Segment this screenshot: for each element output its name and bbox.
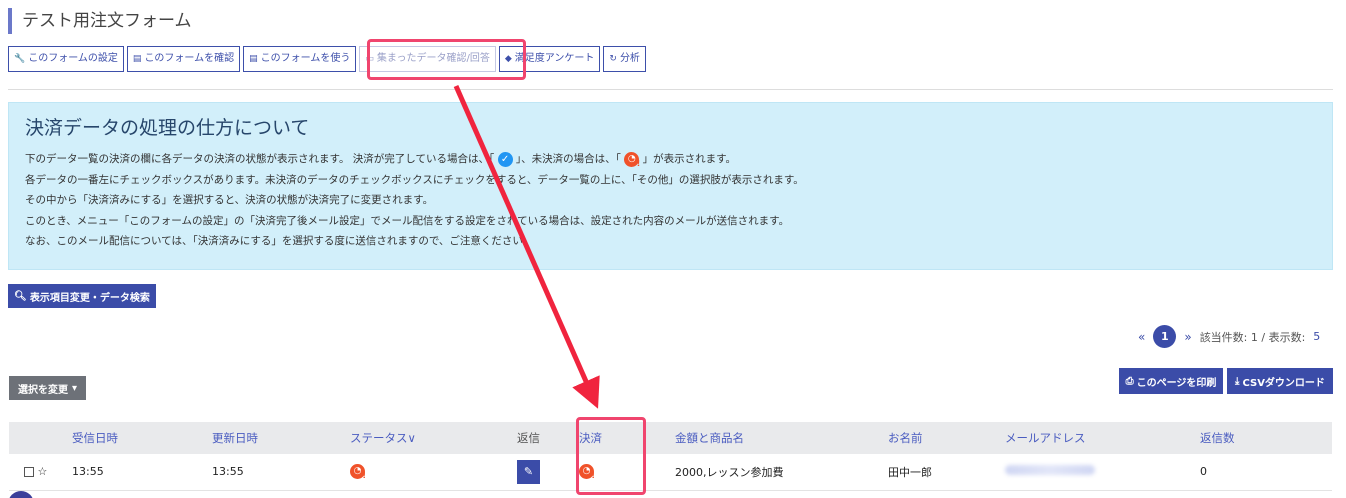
info-line: 」、未決済の場合は、「 [515,153,621,165]
highlight-box-payment-column [576,417,646,495]
row-checkbox[interactable] [24,467,34,478]
button-label: 選択を変更 [17,384,68,396]
header-received[interactable]: 受信日時 [60,422,200,454]
prev-page-link[interactable]: « [1138,330,1145,344]
table-header-row: 受信日時 更新日時 ステータス∨ 返信 決済 金額と商品名 お名前 メールアドレ… [9,422,1332,454]
divider [8,89,1333,90]
corner-avatar-icon[interactable] [8,491,34,498]
tab-analysis[interactable]: ↻ 分析 [603,46,646,72]
wrench-icon: 🔧 [14,54,26,64]
header-reply: 返信 [517,431,540,445]
next-page-link[interactable]: » [1184,330,1191,344]
cell-email [993,454,1188,490]
page-title: テスト用注文フォーム [8,8,192,34]
form-menu-tabs: 🔧 このフォームの設定 ▤ このフォームを確認 ▤ このフォームを使う ▭ 集まったデー… [8,46,646,72]
cell-reply-count: 0 [1200,465,1207,479]
result-summary: 該当件数: 1 / 表示数: [1199,330,1306,344]
cell-name: 田中一郎 [888,465,932,479]
header-select [9,422,60,454]
tab-label: このフォームを確認 [144,53,235,64]
button-label: 表示項目変更・データ検索 [29,292,150,304]
pencil-icon: ✎ [523,465,534,479]
download-icon: ⤓ [1235,375,1240,387]
search-data-button[interactable]: 🔍︎ 表示項目変更・データ検索 [8,284,156,308]
header-updated[interactable]: 更新日時 [200,422,338,454]
paid-check-icon: ✓ [497,151,513,167]
tab-label: このフォームを使う [260,53,351,64]
pagination: « 1 » 該当件数: 1 / 表示数: 5 [1138,325,1320,348]
header-reply-count[interactable]: 返信数 [1188,422,1332,454]
highlight-box-collected-data [367,39,526,80]
header-status[interactable]: ステータス∨ [338,422,505,454]
header-amount-item[interactable]: 金額と商品名 [663,422,876,454]
payment-info-panel: 決済データの処理の仕方について 下のデータ一覧の決済の欄に各データの決済の状態が… [8,102,1333,270]
unpaid-clock-icon: ◔ [624,151,640,168]
cell-amount-item: 2000,レッスン参加費 [675,465,784,479]
info-line: 」が表示されます。 [642,153,737,165]
change-selection-dropdown[interactable]: 選択を変更 ▾ [9,376,86,400]
refresh-icon: ↻ [609,54,617,64]
info-line: 各データの一番左にチェックボックスがあります。未決済のデータのチェックボックスに… [25,173,804,186]
csv-download-button[interactable]: ⤓ CSVダウンロード [1227,368,1333,394]
caret-down-icon: ▾ [71,382,78,394]
info-line: その中から「決済済みにする」を選択すると、決済の状態が決済完了に変更されます。 [25,194,434,206]
row-select-cell: ☆ [9,454,60,490]
unpaid-clock-icon: ◔ [350,464,366,480]
tab-label: 分析 [619,53,640,64]
cell-updated: 13:55 [212,465,244,479]
info-line: なお、このメール配信については、「決済済みにする」を選択する度に送信されますので… [25,235,534,247]
cell-reply: ✎ [505,454,567,490]
header-name[interactable]: お名前 [876,422,993,454]
tab-label: このフォームの設定 [28,53,118,64]
printer-icon: ⎙ [1125,375,1134,387]
tab-form-preview[interactable]: ▤ このフォームを確認 [126,46,241,72]
search-icon: 🔍︎ [14,290,27,302]
star-icon[interactable]: ☆ [38,465,48,478]
page-number-current[interactable]: 1 [1153,325,1177,348]
cell-status: ◔ [338,454,505,490]
info-text: 下のデータ一覧の決済の欄に各データの決済の状態が表示されます。 決済が完了してい… [25,149,804,252]
header-email[interactable]: メールアドレス [993,422,1188,454]
info-line: このとき、メニュー「このフォームの設定」の「決済完了後メール設定」でメール配信を… [25,214,790,227]
button-label: CSVダウンロード [1242,377,1325,389]
table-row: ☆ 13:55 13:55 ◔ ✎ ◔ 2000,レッスン参加費 田中一郎 0 [9,454,1332,490]
document-icon: ▤ [249,54,258,64]
per-page-count[interactable]: 5 [1313,330,1320,343]
tab-form-settings[interactable]: 🔧 このフォームの設定 [8,46,124,72]
data-table: 受信日時 更新日時 ステータス∨ 返信 決済 金額と商品名 お名前 メールアドレ… [9,422,1332,491]
tab-label: 満足度アンケート [514,53,595,64]
document-icon: ▤ [132,54,142,64]
info-heading: 決済データの処理の仕方について [25,117,310,139]
info-line: 下のデータ一覧の決済の欄に各データの決済の状態が表示されます。 決済が完了してい… [25,153,495,165]
email-blurred [1005,465,1095,476]
button-label: このページを印刷 [1136,377,1217,389]
edit-reply-button[interactable]: ✎ [517,459,540,484]
cell-received: 13:55 [72,465,104,479]
tab-form-use[interactable]: ▤ このフォームを使う [243,46,357,72]
print-page-button[interactable]: ⎙ このページを印刷 [1119,368,1223,394]
